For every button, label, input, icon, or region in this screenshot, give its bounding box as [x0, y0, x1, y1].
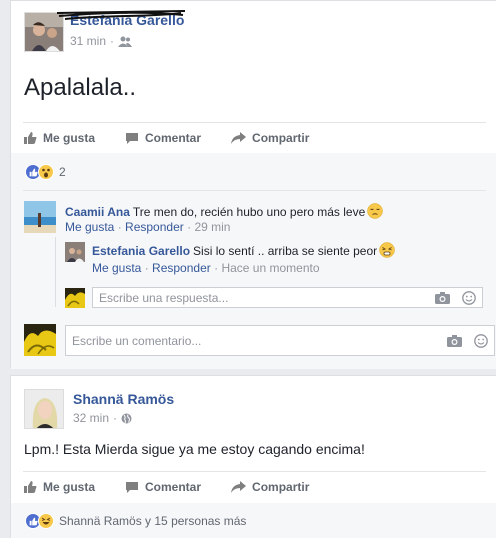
separator: · — [117, 220, 122, 234]
comment-text: Tre men do, recién hubo uno pero más lev… — [132, 205, 366, 219]
like-button[interactable]: Me gusta — [23, 131, 95, 145]
separator: · — [144, 261, 149, 275]
author-avatar[interactable] — [24, 389, 64, 429]
comment-label: Comentar — [145, 131, 202, 145]
emoji-smiley-icon[interactable] — [462, 290, 476, 305]
current-user-avatar — [24, 324, 56, 356]
camera-icon[interactable] — [447, 334, 462, 347]
reply-text: Sisi lo sentí .. arriba se siente peor — [193, 244, 378, 258]
globe-icon[interactable] — [121, 413, 132, 424]
like-button[interactable]: Me gusta — [23, 480, 95, 494]
comment-input-placeholder: Escribe un comentario... — [72, 333, 202, 348]
reaction-count: 2 — [59, 165, 66, 179]
comment-time[interactable]: 29 min — [194, 220, 230, 234]
share-button[interactable]: Compartir — [231, 480, 309, 494]
reply-thread-line — [55, 237, 56, 307]
comment-icon — [126, 482, 139, 493]
post-author-name[interactable]: Shannä Ramös — [73, 391, 174, 407]
comment-button[interactable]: Comentar — [125, 480, 201, 494]
reply-time[interactable]: Hace un momento — [221, 261, 319, 275]
reply-author[interactable]: Estefania Garello — [92, 244, 190, 258]
reply-author-avatar[interactable] — [65, 242, 85, 262]
share-label: Compartir — [252, 131, 310, 145]
emoji-smiley-icon[interactable] — [474, 333, 488, 348]
share-label: Compartir — [252, 480, 310, 494]
post-card-2: Shannä Ramös 32 min · Lpm.! Esta Mierda … — [10, 375, 496, 538]
separator: · — [110, 34, 115, 48]
commenter-avatar[interactable] — [24, 201, 56, 233]
comment-reply-link[interactable]: Responder — [125, 220, 184, 234]
name-scribble-overlay — [56, 10, 186, 20]
post-meta: 31 min · — [70, 34, 133, 48]
haha-reaction-icon — [38, 513, 54, 529]
separator: · — [187, 220, 192, 234]
reply-input-placeholder: Escribe una respuesta... — [99, 290, 229, 305]
camera-icon[interactable] — [435, 291, 450, 304]
share-arrow-icon — [231, 132, 247, 144]
comment-input[interactable]: Escribe un comentario... — [65, 325, 495, 356]
thumbs-up-icon — [24, 132, 37, 144]
comment: Caamii Ana Tre men do, recién hubo uno pe… — [65, 203, 384, 220]
share-button[interactable]: Compartir — [231, 131, 309, 145]
post-text: Apalalala.. — [24, 74, 137, 101]
wow-reaction-icon — [38, 164, 54, 180]
post-time[interactable]: 32 min — [73, 411, 109, 425]
reply-reply-link[interactable]: Responder — [152, 261, 211, 275]
comment-input-icons — [447, 326, 488, 355]
comment-like-link[interactable]: Me gusta — [65, 220, 114, 234]
reply: Estefania Garello Sisi lo sentí .. arriba… — [92, 242, 395, 259]
friends-icon[interactable] — [118, 36, 133, 47]
comment-actions: Me gusta · Responder · 29 min — [65, 220, 230, 234]
thumbs-up-icon — [24, 481, 37, 493]
pensive-face-emoji — [367, 203, 384, 219]
comment-button[interactable]: Comentar — [125, 131, 201, 145]
comment-label: Comentar — [145, 480, 202, 494]
comment-icon — [126, 133, 139, 144]
reply-input-icons — [435, 288, 476, 307]
reply-input[interactable]: Escribe una respuesta... — [92, 287, 483, 308]
post-card-1: Estefania Garello 31 min · Apalalala.. M… — [10, 0, 496, 369]
separator: · — [113, 411, 118, 425]
reply-actions: Me gusta · Responder · Hace un momento — [92, 261, 320, 275]
post-actions: Me gusta Comentar Compartir — [23, 123, 486, 153]
tired-face-emoji — [379, 242, 395, 258]
share-arrow-icon — [231, 481, 247, 493]
post-time[interactable]: 31 min — [70, 34, 106, 48]
reactions-summary[interactable]: 2 — [25, 164, 66, 180]
reaction-people: Shannä Ramös y 15 personas más — [59, 514, 247, 528]
separator: · — [214, 261, 219, 275]
comment-author[interactable]: Caamii Ana — [65, 205, 130, 219]
reply-like-link[interactable]: Me gusta — [92, 261, 141, 275]
like-label: Me gusta — [43, 480, 96, 494]
post-text: Lpm.! Esta Mierda sigue ya me estoy caga… — [24, 441, 365, 457]
post-actions: Me gusta Comentar Compartir — [23, 472, 486, 502]
post-meta: 32 min · — [73, 411, 132, 425]
current-user-avatar — [65, 288, 85, 308]
like-label: Me gusta — [43, 131, 96, 145]
divider — [23, 190, 486, 191]
reactions-summary[interactable]: Shannä Ramös y 15 personas más — [25, 513, 246, 529]
